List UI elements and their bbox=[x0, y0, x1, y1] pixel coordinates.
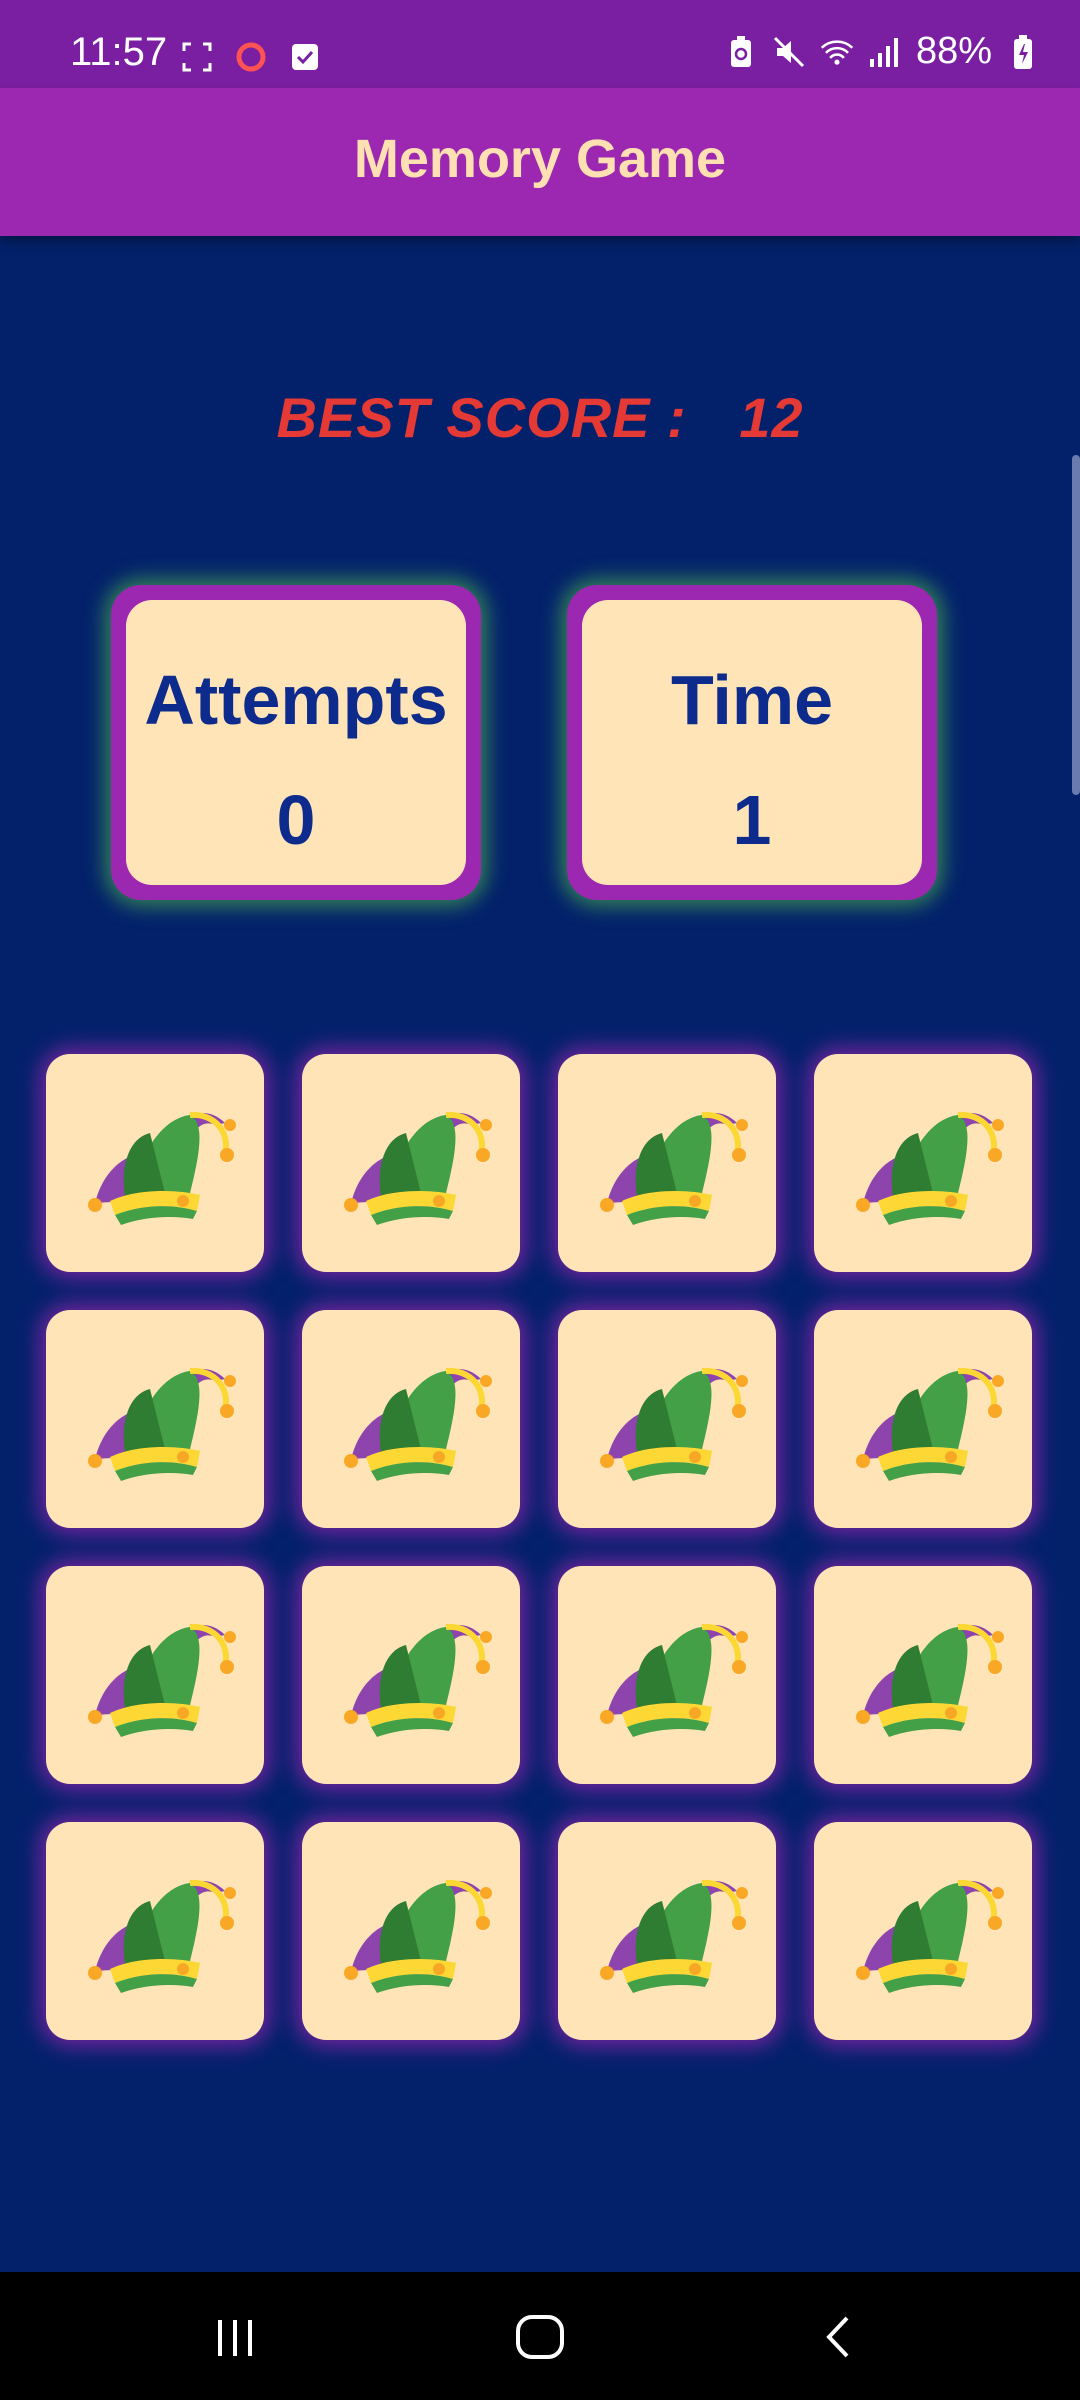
attempts-card: Attempts 0 bbox=[111, 585, 481, 900]
navigation-bar bbox=[0, 2272, 1080, 2400]
attempts-value: 0 bbox=[276, 781, 316, 859]
time-card: Time 1 bbox=[567, 585, 937, 900]
signal-icon bbox=[868, 35, 902, 69]
jester-hat-icon bbox=[600, 1111, 748, 1225]
time-label: Time bbox=[670, 661, 834, 739]
record-icon bbox=[234, 40, 268, 74]
time-value: 1 bbox=[732, 781, 772, 859]
memory-card[interactable] bbox=[814, 1054, 1032, 1272]
scrollbar[interactable] bbox=[1072, 455, 1080, 795]
memory-card[interactable] bbox=[302, 1310, 520, 1528]
jester-hat-icon bbox=[88, 1367, 236, 1481]
best-score-label: BEST SCORE : bbox=[276, 386, 687, 449]
app-title: Memory Game bbox=[353, 129, 727, 189]
battery-icon bbox=[1006, 34, 1040, 69]
status-bar: 11:57 88% bbox=[0, 0, 1080, 88]
battery-percent: 88% bbox=[915, 30, 992, 72]
memory-card[interactable] bbox=[814, 1566, 1032, 1784]
screenshot-icon bbox=[180, 40, 214, 74]
jester-hat-icon bbox=[344, 1623, 492, 1737]
memory-card[interactable] bbox=[558, 1054, 776, 1272]
back-icon bbox=[826, 2316, 849, 2358]
memory-card[interactable] bbox=[558, 1822, 776, 2040]
recents-button[interactable] bbox=[195, 2302, 275, 2372]
battery-saver-icon bbox=[724, 35, 758, 69]
jester-hat-icon bbox=[88, 1879, 236, 1993]
memory-card[interactable] bbox=[814, 1822, 1032, 2040]
memory-card[interactable] bbox=[302, 1054, 520, 1272]
jester-hat-icon bbox=[856, 1623, 1004, 1737]
memory-card[interactable] bbox=[302, 1822, 520, 2040]
jester-hat-icon bbox=[88, 1111, 236, 1225]
best-score: BEST SCORE : 12 bbox=[0, 385, 1080, 450]
jester-hat-icon bbox=[344, 1879, 492, 1993]
back-button[interactable] bbox=[800, 2302, 880, 2372]
memory-card[interactable] bbox=[46, 1310, 264, 1528]
home-button[interactable] bbox=[500, 2302, 580, 2372]
jester-hat-icon bbox=[856, 1367, 1004, 1481]
attempts-label: Attempts bbox=[144, 661, 448, 739]
jester-hat-icon bbox=[88, 1623, 236, 1737]
jester-hat-icon bbox=[856, 1111, 1004, 1225]
jester-hat-icon bbox=[344, 1367, 492, 1481]
app-bar: Memory Game bbox=[0, 88, 1080, 236]
best-score-value: 12 bbox=[739, 386, 804, 449]
home-icon bbox=[516, 2315, 564, 2359]
memory-card[interactable] bbox=[558, 1310, 776, 1528]
jester-hat-icon bbox=[600, 1367, 748, 1481]
memory-card[interactable] bbox=[302, 1566, 520, 1784]
memory-card[interactable] bbox=[814, 1310, 1032, 1528]
mute-icon bbox=[772, 35, 806, 69]
status-time: 11:57 bbox=[70, 30, 168, 74]
memory-card[interactable] bbox=[46, 1822, 264, 2040]
check-icon bbox=[288, 40, 322, 74]
jester-hat-icon bbox=[856, 1879, 1004, 1993]
jester-hat-icon bbox=[344, 1111, 492, 1225]
wifi-icon bbox=[820, 35, 854, 69]
recents-icon bbox=[218, 2320, 252, 2356]
memory-card[interactable] bbox=[46, 1054, 264, 1272]
jester-hat-icon bbox=[600, 1623, 748, 1737]
jester-hat-icon bbox=[600, 1879, 748, 1993]
memory-card[interactable] bbox=[558, 1566, 776, 1784]
memory-card[interactable] bbox=[46, 1566, 264, 1784]
card-grid bbox=[46, 1054, 1032, 2040]
